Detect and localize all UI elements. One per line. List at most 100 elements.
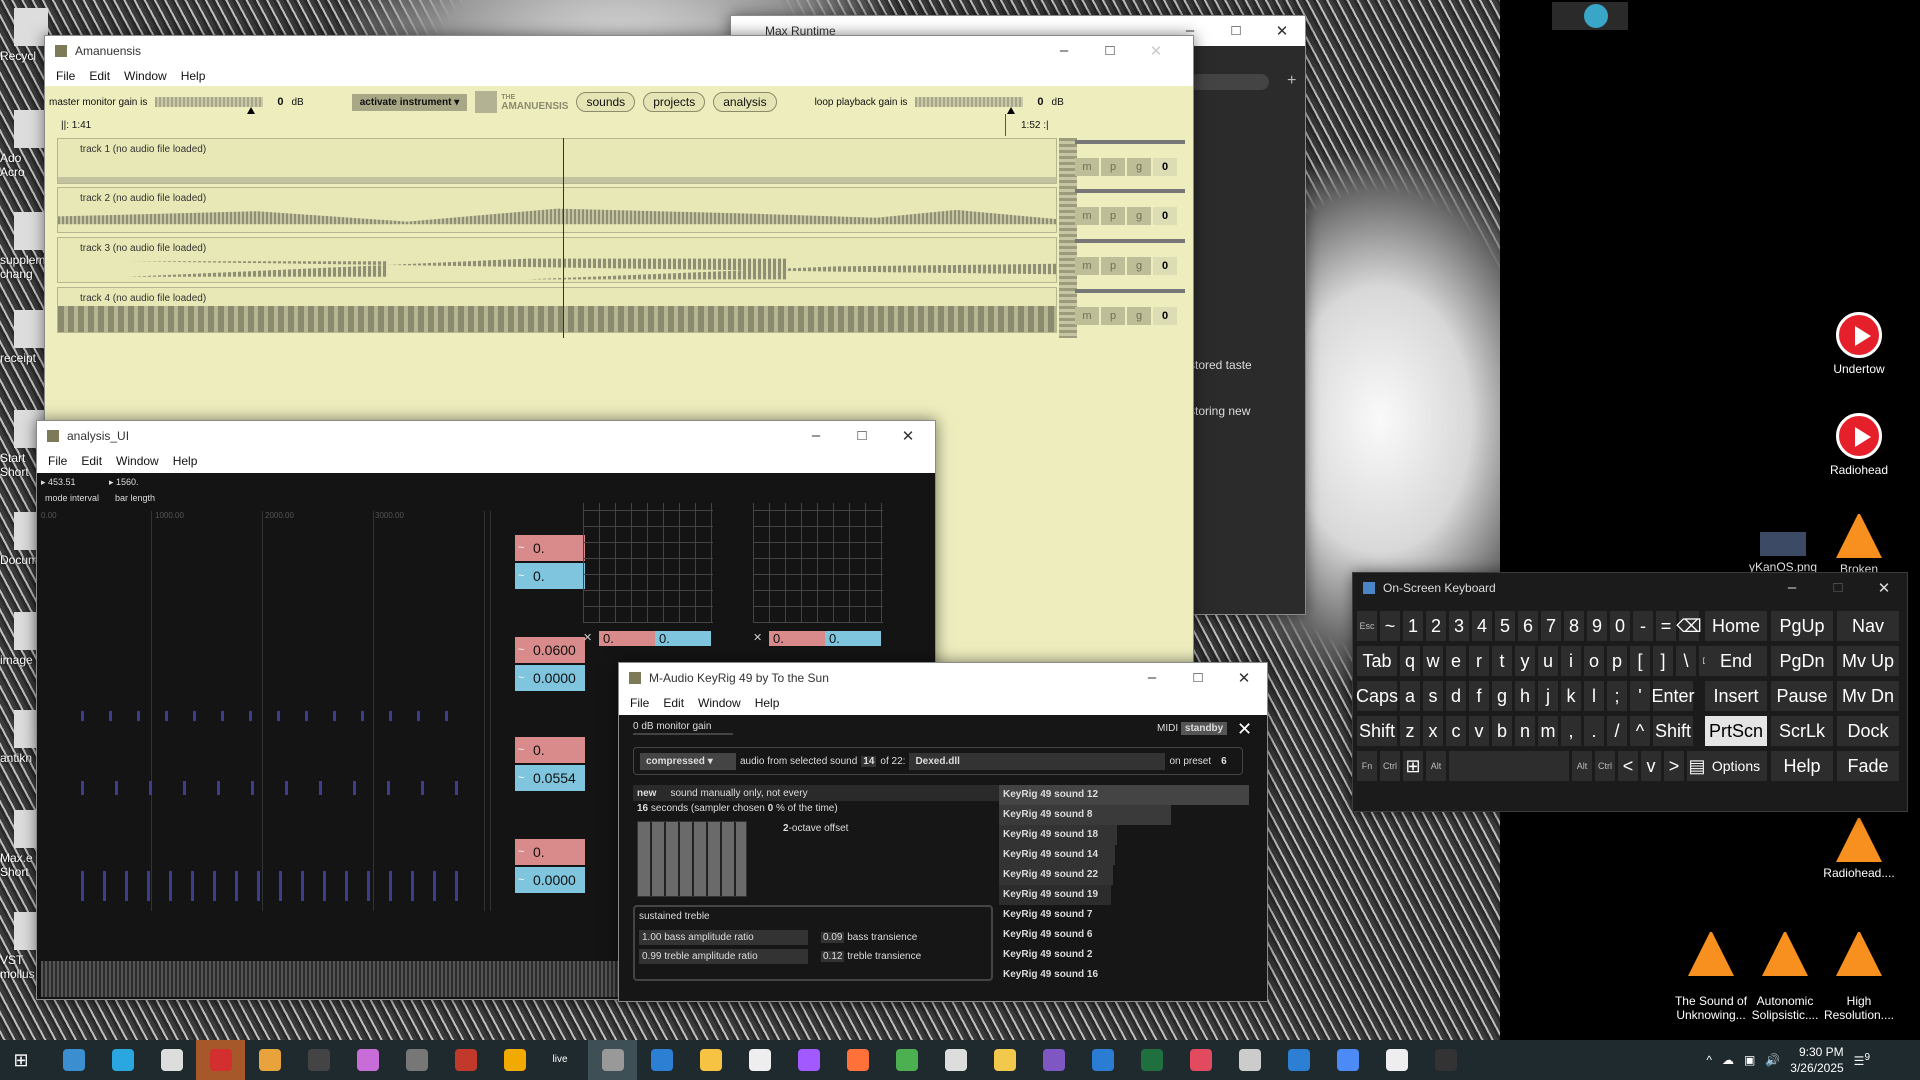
desktop-icon-radiohead-vlc[interactable]: Radiohead.... xyxy=(1816,816,1902,880)
osk-key[interactable]: ⊞ xyxy=(1403,751,1423,781)
desktop-icon-high-resolution[interactable]: High Resolution.... xyxy=(1816,916,1902,1022)
osk-key[interactable]: 0 xyxy=(1610,611,1630,641)
osk-key[interactable]: n xyxy=(1515,716,1535,746)
maximize-icon[interactable]: □ xyxy=(1175,669,1221,687)
osk-key[interactable]: i xyxy=(1561,646,1581,676)
menu-help[interactable]: Help xyxy=(748,696,787,710)
osk-nav-key[interactable]: PrtScn xyxy=(1705,716,1767,746)
param-treble-transience[interactable]: 0.12 treble transience xyxy=(818,949,987,964)
menu-file[interactable]: File xyxy=(49,69,82,83)
taskbar-app-purple-button[interactable] xyxy=(784,1040,833,1080)
taskbar-chrome-button[interactable] xyxy=(882,1040,931,1080)
osk-nav-key[interactable]: Options xyxy=(1705,751,1767,781)
track-offset-value[interactable]: 0 xyxy=(1153,207,1177,225)
menu-file[interactable]: File xyxy=(41,454,74,468)
floating-mic-widget[interactable] xyxy=(1552,2,1628,30)
taskbar-explorer-button[interactable] xyxy=(686,1040,735,1080)
desktop-icon-ykanos[interactable]: yKanOS.png xyxy=(1740,532,1826,574)
close-icon[interactable]: ✕ xyxy=(1861,579,1907,597)
osk-key[interactable]: r xyxy=(1469,646,1489,676)
osk-key[interactable]: ~ xyxy=(1380,611,1400,641)
close-icon[interactable]: ✕ xyxy=(1237,719,1252,740)
osk-key[interactable]: k xyxy=(1561,681,1581,711)
mute-button[interactable]: m xyxy=(1075,307,1099,325)
osk-key[interactable]: b xyxy=(1492,716,1512,746)
close-icon[interactable]: ✕ xyxy=(1221,669,1267,687)
taskbar-max-button[interactable] xyxy=(931,1040,980,1080)
taskbar-firefox-button[interactable] xyxy=(833,1040,882,1080)
analysis-value-box[interactable]: 0.0000 xyxy=(515,867,585,893)
osk-key[interactable]: 7 xyxy=(1541,611,1561,641)
osk-key[interactable]: ; xyxy=(1607,681,1627,711)
taskbar-app-colors-button[interactable] xyxy=(343,1040,392,1080)
taskbar-app-blue-button[interactable] xyxy=(637,1040,686,1080)
track-offset-value[interactable]: 0 xyxy=(1153,158,1177,176)
mute-button[interactable]: m xyxy=(1075,207,1099,225)
bar-length-number[interactable]: ▸ 1560. xyxy=(109,477,139,488)
mode-interval-number[interactable]: ▸ 453.51 xyxy=(41,477,76,488)
midi-state-badge[interactable]: standby xyxy=(1180,722,1228,735)
osk-key[interactable]: ⌫ xyxy=(1676,611,1702,641)
sound-list-item[interactable]: KeyRig 49 sound 2 xyxy=(999,945,1259,965)
osk-key[interactable]: 2 xyxy=(1426,611,1446,641)
menu-edit[interactable]: Edit xyxy=(656,696,691,710)
minimize-icon[interactable]: – xyxy=(1041,42,1087,60)
chevron-up-icon[interactable]: ^ xyxy=(1706,1053,1712,1067)
master-gain-slider[interactable] xyxy=(155,97,264,114)
sound-list-item[interactable]: KeyRig 49 sound 16 xyxy=(999,965,1259,985)
osk-key[interactable]: > xyxy=(1664,751,1684,781)
taskbar-start-button[interactable]: ⊞ xyxy=(0,1040,49,1080)
mode-select[interactable]: compressed ▾ xyxy=(640,752,736,770)
osk-key[interactable]: Fn xyxy=(1357,751,1377,781)
osk-key[interactable]: a xyxy=(1400,681,1420,711)
osk-key[interactable]: f xyxy=(1469,681,1489,711)
osk-key[interactable]: 3 xyxy=(1449,611,1469,641)
osk-key[interactable]: p xyxy=(1607,646,1627,676)
taskbar-app-fl-button[interactable] xyxy=(490,1040,539,1080)
maximize-icon[interactable]: □ xyxy=(839,427,885,445)
osk-key[interactable]: v xyxy=(1469,716,1489,746)
clock[interactable]: 9:30 PM 3/26/2025 xyxy=(1790,1044,1843,1076)
desktop-icon-left[interactable]: supplem chang xyxy=(0,212,48,281)
play-button[interactable]: p xyxy=(1101,207,1125,225)
osk-key[interactable]: d xyxy=(1446,681,1466,711)
sound-list-item[interactable]: KeyRig 49 sound 19 xyxy=(999,885,1111,905)
osk-key[interactable]: 8 xyxy=(1564,611,1584,641)
osk-nav-key[interactable]: Fade xyxy=(1837,751,1899,781)
taskbar-cortana-button[interactable] xyxy=(98,1040,147,1080)
osk-key[interactable]: x xyxy=(1423,716,1443,746)
maximize-icon[interactable]: □ xyxy=(1815,579,1861,597)
track-offset-value[interactable]: 0 xyxy=(1153,257,1177,275)
max-runtime-search[interactable] xyxy=(1189,74,1269,90)
osk-key[interactable]: Tab xyxy=(1357,646,1397,676)
sounds-button[interactable]: sounds xyxy=(576,92,636,112)
taskbar-settings-button[interactable] xyxy=(49,1040,98,1080)
taskbar-app-folder-button[interactable] xyxy=(980,1040,1029,1080)
osk-key[interactable]: l xyxy=(1584,681,1604,711)
osk-key[interactable]: Alt xyxy=(1426,751,1446,781)
sound-list-item[interactable]: KeyRig 49 sound 6 xyxy=(999,925,1259,945)
osk-key[interactable]: [ xyxy=(1630,646,1650,676)
sound-list-item[interactable]: KeyRig 49 sound 14 xyxy=(999,845,1115,865)
osk-key[interactable]: o xyxy=(1584,646,1604,676)
osk-key[interactable]: 4 xyxy=(1472,611,1492,641)
analysis-value-box[interactable]: 0.0600 xyxy=(515,637,585,663)
osk-key[interactable]: t xyxy=(1492,646,1512,676)
analysis-value-box[interactable]: 0.0554 xyxy=(515,765,585,791)
play-button[interactable]: p xyxy=(1101,257,1125,275)
osk-key[interactable]: Shift xyxy=(1653,716,1693,746)
osk-nav-key[interactable]: PgUp xyxy=(1771,611,1833,641)
sound-list-item[interactable]: KeyRig 49 sound 8 xyxy=(999,805,1171,825)
sound-index-number[interactable]: 14 xyxy=(861,755,877,767)
track-gain-slider[interactable] xyxy=(1075,189,1185,193)
sound-list-item[interactable]: KeyRig 49 sound 18 xyxy=(999,825,1117,845)
osk-key[interactable]: h xyxy=(1515,681,1535,711)
osk-key[interactable]: q xyxy=(1400,646,1420,676)
taskbar-live-button[interactable]: live xyxy=(539,1040,588,1080)
track-1[interactable]: track 1 (no audio file loaded) xyxy=(57,138,1057,184)
analysis-value-box[interactable]: 0.0000 xyxy=(515,665,585,691)
desktop-icon-left[interactable]: receipt xyxy=(0,310,48,365)
gain-button[interactable]: g xyxy=(1127,207,1151,225)
osk-nav-key[interactable]: Mv Up xyxy=(1837,646,1899,676)
loop-gain-slider[interactable] xyxy=(915,97,1024,114)
